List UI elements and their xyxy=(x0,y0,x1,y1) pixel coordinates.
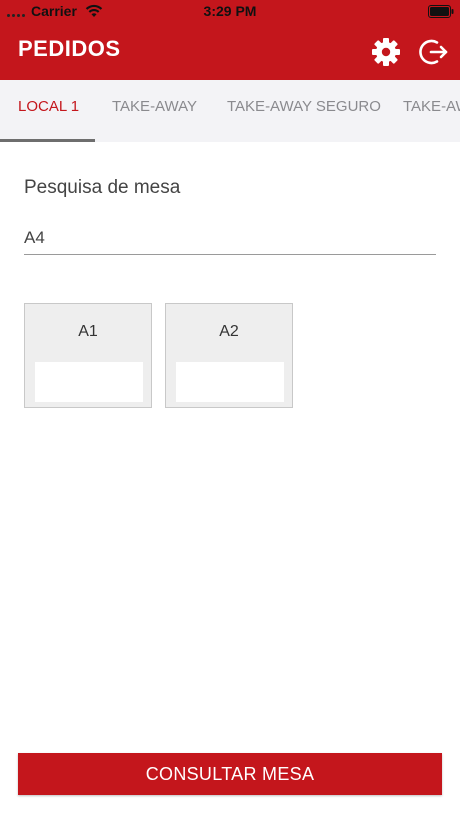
status-bar: Carrier 3:29 PM xyxy=(0,0,460,24)
table-name: A2 xyxy=(219,323,239,340)
app-screen: Carrier 3:29 PM PEDIDOS LOCAL 1 TAKE-AWA… xyxy=(0,0,460,818)
gear-icon xyxy=(372,38,400,66)
tab-take-away[interactable]: TAKE-AWAY xyxy=(112,80,197,142)
table-card-a2[interactable]: A2 xyxy=(165,303,293,408)
logout-button[interactable] xyxy=(418,36,450,68)
table-name: A1 xyxy=(78,323,98,340)
table-info-slot xyxy=(35,362,143,402)
tab-bar: LOCAL 1 TAKE-AWAY TAKE-AWAY SEGURO TAKE-… xyxy=(0,80,460,142)
battery-icon xyxy=(428,5,454,18)
tab-take-away-seguro[interactable]: TAKE-AWAY SEGURO xyxy=(227,80,381,142)
logout-icon xyxy=(419,39,448,65)
table-search-input[interactable] xyxy=(24,222,436,255)
active-tab-indicator xyxy=(0,139,95,142)
table-info-slot xyxy=(176,362,284,402)
tab-local-1[interactable]: LOCAL 1 xyxy=(18,80,79,142)
search-label: Pesquisa de mesa xyxy=(24,177,181,198)
status-time: 3:29 PM xyxy=(203,3,257,19)
table-card-a1[interactable]: A1 xyxy=(24,303,152,408)
settings-button[interactable] xyxy=(370,36,402,68)
consult-table-button[interactable]: CONSULTAR MESA xyxy=(18,753,442,795)
tab-take-away-2[interactable]: TAKE-AWAY xyxy=(403,80,460,142)
nav-bar: PEDIDOS xyxy=(0,24,460,80)
page-title: PEDIDOS xyxy=(18,36,121,61)
